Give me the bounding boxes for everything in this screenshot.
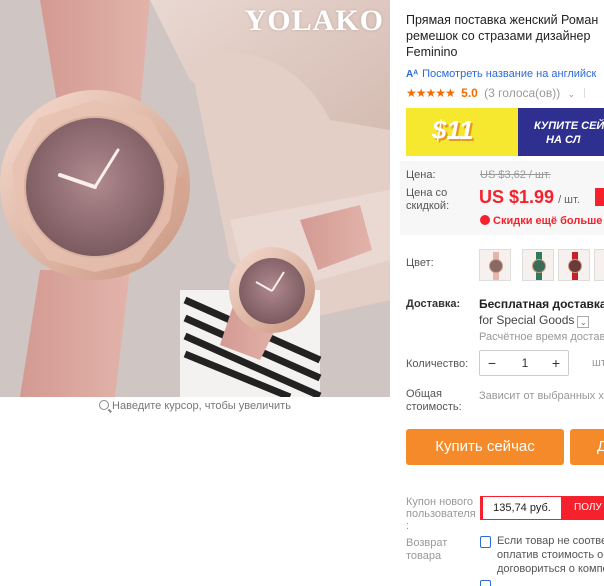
rating-votes-link[interactable]: (3 голоса(ов)) (484, 86, 560, 100)
total-cost-label-line: стоимость: (406, 401, 462, 413)
product-title-line: ремешок со стразами дизайнер (406, 29, 591, 43)
buy-now-button[interactable]: Купить сейчас (406, 429, 564, 465)
discount-badge (595, 188, 604, 206)
swatch-face (489, 259, 503, 273)
promo-text: КУПИТЕ СЕЙ НА СЛ (534, 119, 604, 147)
zoom-hint-text: Наведите курсор, чтобы увеличить (112, 400, 291, 412)
get-coupon-button[interactable]: ПОЛУ (562, 496, 604, 520)
discount-price-label: Цена со скидкой: (406, 187, 449, 213)
chevron-down-icon[interactable]: ⌄ (577, 316, 590, 328)
discount-price-label-line: скидкой: (406, 200, 450, 212)
discount-price-label-line: Цена со (406, 187, 448, 199)
coupon-label-line: : (406, 520, 410, 532)
returns-text-line: оплатив стоимость об (497, 549, 604, 561)
product-title: Прямая поставка женский Роман ремешок со… (406, 12, 604, 60)
rating-stars: ★★★★★ (406, 86, 456, 100)
returns-text-line: Если товар не соответ (497, 535, 604, 547)
translate-title-link[interactable]: Aᴬ Посмотреть название на английск (406, 68, 596, 80)
shipping-label: Доставка: (406, 298, 461, 310)
price-label: Цена: (406, 169, 436, 181)
color-swatch[interactable] (479, 249, 511, 281)
price-box: Цена: US $3,62 / шт. Цена со скидкой: US… (400, 161, 604, 235)
rating-row: ★★★★★ 5.0 (3 голоса(ов)) ⌄ 767 (406, 86, 604, 100)
new-user-coupon-label: Купон нового пользователя : (406, 496, 476, 532)
coins-discount-link[interactable]: Скидки ещё больше в (480, 215, 604, 227)
price-unit: / шт. (558, 194, 580, 206)
product-info-panel: Прямая поставка женский Роман ремешок со… (400, 0, 604, 586)
quantity-stepper: − 1 + (479, 350, 569, 376)
shipping-title: Бесплатная доставка в (479, 297, 604, 311)
total-cost-text: Зависит от выбранных ха (479, 390, 604, 402)
coins-discount-text: Скидки ещё больше в (493, 215, 604, 227)
promo-banner[interactable]: $11 КУПИТЕ СЕЙ НА СЛ (406, 108, 604, 156)
divider (584, 88, 586, 98)
current-price: US $1.99/ шт. (479, 187, 580, 208)
stock-info: шт. (3 (592, 357, 604, 369)
product-title-line: Прямая поставка женский Роман (406, 13, 599, 27)
add-to-cart-button[interactable]: Д (570, 429, 604, 465)
magnifier-icon (99, 400, 110, 410)
total-cost-label: Общая стоимость: (406, 388, 462, 414)
color-swatch[interactable] (594, 249, 604, 281)
translate-icon: Aᴬ (406, 69, 419, 80)
returns-text: Если товар не соответ оплатив стоимость … (497, 534, 604, 576)
coupon-value: 135,74 руб. (480, 496, 562, 520)
promo-text-line: НА СЛ (546, 134, 581, 146)
rating-value: 5.0 (461, 86, 478, 100)
promo-text-line: КУПИТЕ СЕЙ (534, 120, 604, 132)
shipping-time: Расчётное время доставк (479, 331, 604, 343)
returns-label-line: товара (406, 550, 442, 562)
swatch-face (568, 259, 582, 273)
color-swatch[interactable] (558, 249, 590, 281)
shipping-method-select[interactable]: for Special Goods ⌄ (479, 313, 590, 328)
shield-icon (480, 536, 491, 548)
quantity-input[interactable]: 1 (504, 351, 546, 375)
coupon-label-line: пользователя (406, 508, 476, 520)
shipping-method-text: for Special Goods (479, 313, 575, 327)
promo-amount: $11 (432, 115, 474, 145)
quantity-decrease-button[interactable]: − (480, 351, 504, 375)
brand-watermark: YOLAKO (244, 4, 384, 37)
color-label: Цвет: (406, 257, 434, 269)
old-price: US $3,62 / шт. (480, 169, 551, 181)
zoom-hint: Наведите курсор, чтобы увеличить (0, 400, 390, 412)
coupon-label-line: Купон нового (406, 496, 474, 508)
quantity-label: Количество: (406, 358, 469, 370)
returns-label: Возврат товара (406, 537, 447, 563)
product-title-line: Feminino (406, 45, 458, 59)
watch-photo (0, 0, 390, 397)
returns-label-line: Возврат (406, 537, 448, 549)
quantity-increase-button[interactable]: + (544, 351, 568, 375)
current-price-value: US $1.99 (479, 187, 555, 207)
returns-text-line: договориться о компе (497, 563, 604, 575)
chevron-down-icon[interactable]: ⌄ (568, 89, 576, 99)
translate-link-text: Посмотреть название на английск (422, 68, 597, 80)
swatch-face (532, 259, 546, 273)
coin-icon (480, 215, 490, 225)
product-main-image[interactable]: YOLAKO (0, 0, 390, 397)
total-cost-label-line: Общая (406, 388, 442, 400)
color-swatch[interactable] (522, 249, 554, 281)
info-icon (480, 580, 491, 586)
